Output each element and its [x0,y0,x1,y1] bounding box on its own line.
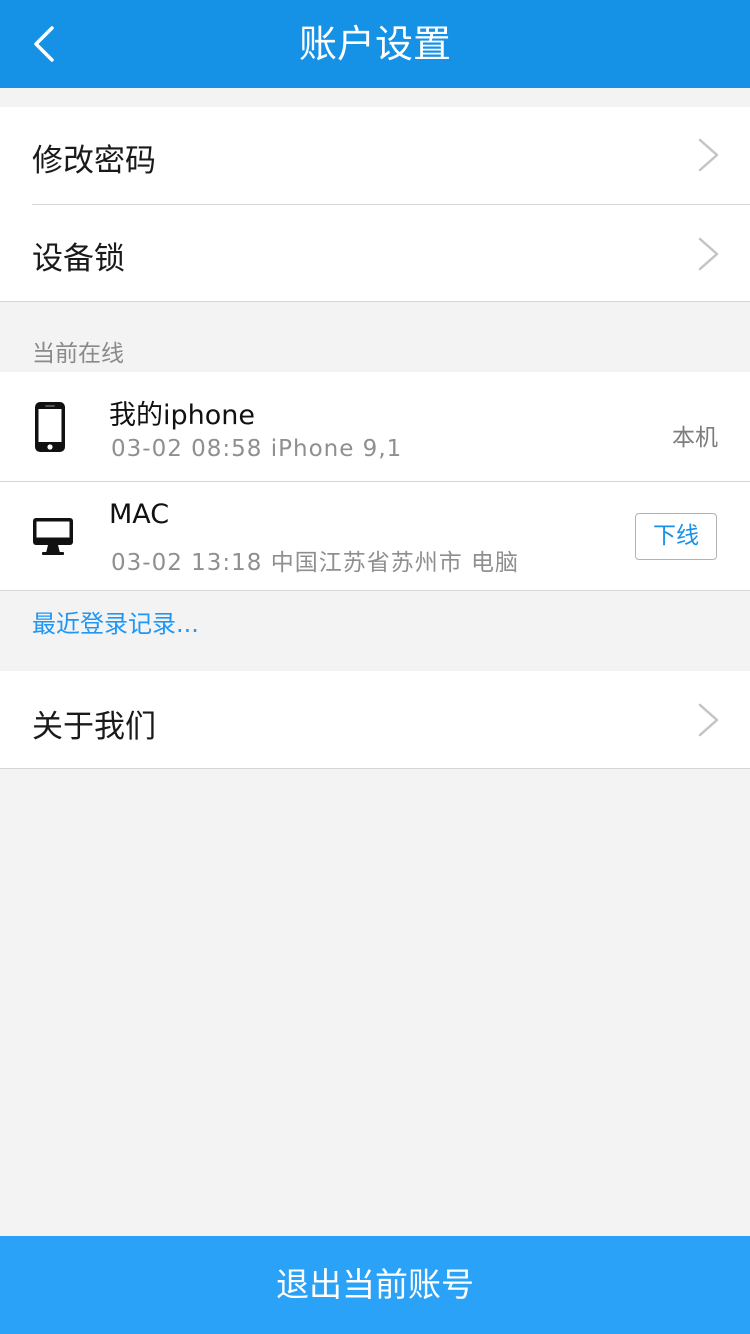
device-lock-row[interactable]: 设备锁 [0,205,750,302]
settings-group: 修改密码 设备锁 [0,107,750,302]
device-detail: 03-02 08:58 iPhone 9,1 [111,436,403,462]
current-device-badge: 本机 [672,425,718,451]
change-password-row[interactable]: 修改密码 [0,107,750,204]
logout-button[interactable]: 退出当前账号 [0,1236,750,1334]
device-lock-label: 设备锁 [32,241,125,277]
device-row-iphone: 我的iphone 03-02 08:58 iPhone 9,1 本机 [0,372,750,481]
page-title: 账户设置 [298,22,451,66]
online-devices-group: 我的iphone 03-02 08:58 iPhone 9,1 本机 MAC 0… [0,372,750,591]
device-detail: 03-02 13:18 中国江苏省苏州市 电脑 [111,550,520,576]
recent-logins-link[interactable]: 最近登录记录... [32,604,199,639]
device-name: MAC [109,499,170,530]
about-us-row[interactable]: 关于我们 [0,671,750,768]
about-us-label: 关于我们 [32,709,156,745]
device-name: 我的iphone [109,400,255,431]
chevron-right-icon [698,138,719,172]
force-offline-button[interactable]: 下线 [635,513,717,560]
phone-icon [35,402,65,452]
nav-bar: 账户设置 [0,0,750,88]
chevron-right-icon [698,703,719,737]
change-password-label: 修改密码 [32,143,156,179]
desktop-icon [33,518,73,555]
online-section-title: 当前在线 [32,341,124,367]
about-group: 关于我们 [0,671,750,769]
chevron-right-icon [698,237,719,271]
